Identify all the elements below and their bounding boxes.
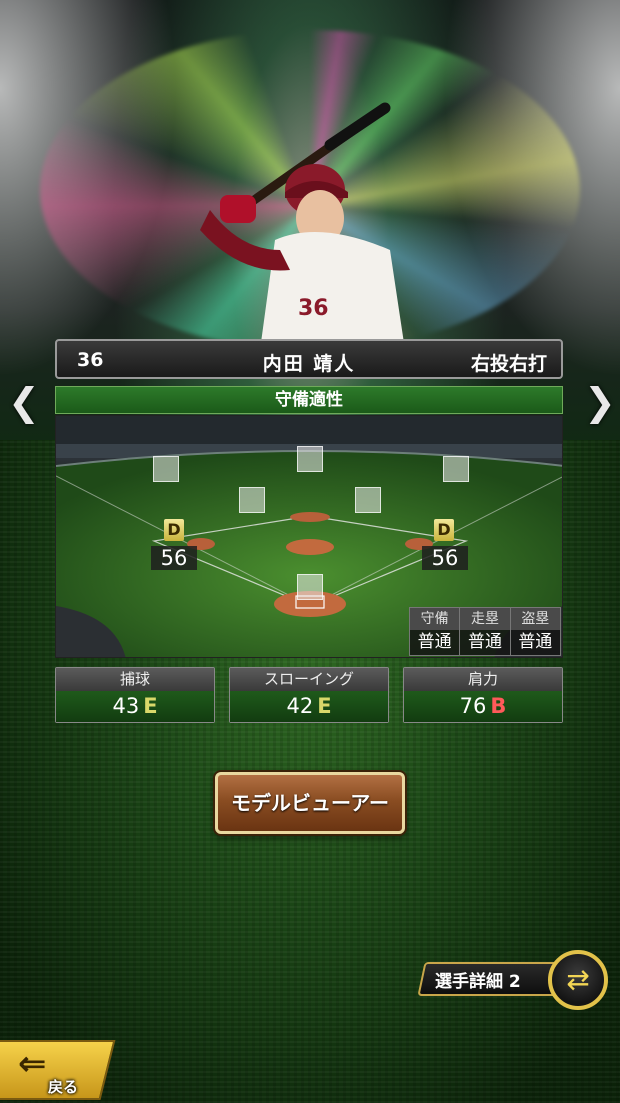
prev-player-arrow-icon[interactable]: ❮ [8, 380, 40, 424]
stat-value-row: 42 E [230, 691, 388, 722]
position-catcher[interactable] [297, 574, 323, 600]
baserunning-value: 普通 [459, 630, 509, 655]
stat-label: 肩力 [404, 668, 562, 691]
player-detail-button[interactable]: 選手詳細 2 ⇄ [417, 950, 611, 1010]
defense-field: D 56 D 56 守備 走塁 盗塁 普通 普通 普通 [55, 415, 563, 658]
position-left-field[interactable] [153, 456, 179, 482]
stat-rank: B [490, 694, 507, 718]
back-label: 戻る [48, 1078, 79, 1096]
stat-value: 43 [112, 694, 140, 718]
stat-catching: 捕球 43 E [55, 667, 215, 723]
defense-header: 守備 [410, 608, 460, 630]
first-base-value: 56 [422, 546, 468, 570]
position-shortstop[interactable] [239, 487, 265, 513]
stat-rank: E [143, 694, 158, 718]
player-handedness: 右投右打 [470, 353, 547, 375]
stat-value-row: 43 E [56, 691, 214, 722]
stat-rank: E [317, 694, 332, 718]
player-detail-label: 選手詳細 2 [435, 972, 521, 992]
stat-label: 捕球 [56, 668, 214, 691]
defense-title: 守備適性 [55, 386, 563, 414]
player-name-bar: 36 内田 靖人 右投右打 [55, 339, 563, 379]
back-arrow-icon: ⇐ [18, 1044, 47, 1084]
third-base-grade: D [164, 519, 184, 541]
ability-mini-table: 守備 走塁 盗塁 普通 普通 普通 [409, 607, 561, 656]
defense-value: 普通 [417, 632, 452, 652]
first-base-grade: D [434, 519, 454, 541]
stat-value-row: 76 B [404, 691, 562, 722]
player-illustration: 36 [200, 102, 405, 350]
stat-value: 76 [459, 694, 487, 718]
baserunning-header: 走塁 [459, 608, 510, 630]
model-viewer-button[interactable]: モデルビューアー [215, 772, 405, 834]
position-second-base[interactable] [355, 487, 381, 513]
steal-header: 盗塁 [509, 608, 560, 630]
stat-label: スローイング [230, 668, 388, 691]
third-base-value: 56 [151, 546, 197, 570]
uniform-number: 36 [298, 296, 329, 321]
swap-arrows-icon[interactable]: ⇄ [548, 950, 608, 1010]
stat-throwing: スローイング 42 E [229, 667, 389, 723]
stat-arm-strength: 肩力 76 B [403, 667, 563, 723]
position-center-field[interactable] [297, 446, 323, 472]
position-right-field[interactable] [443, 456, 469, 482]
stat-value: 42 [286, 694, 314, 718]
next-player-arrow-icon[interactable]: ❯ [584, 380, 616, 424]
back-button[interactable]: ⇐ 戻る [0, 1036, 116, 1103]
steal-value: 普通 [509, 630, 560, 655]
